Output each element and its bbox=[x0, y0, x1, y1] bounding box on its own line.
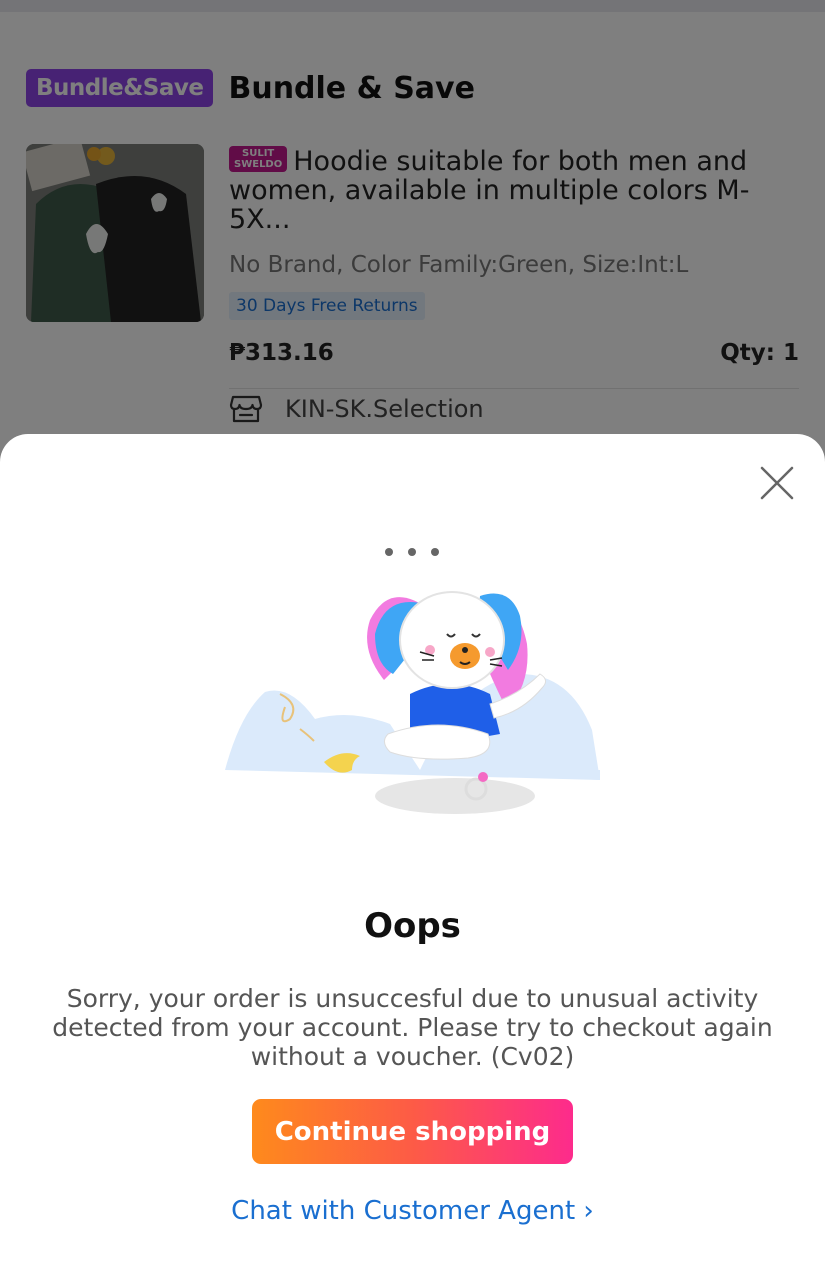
continue-shopping-button[interactable]: Continue shopping bbox=[252, 1099, 573, 1164]
dialog-message: Sorry, your order is unsuccesful due to … bbox=[52, 984, 773, 1071]
chat-customer-agent-link[interactable]: Chat with Customer Agent › bbox=[0, 1196, 825, 1226]
error-bottom-sheet: Oops Sorry, your order is unsuccesful du… bbox=[0, 434, 825, 1280]
close-icon[interactable] bbox=[758, 464, 796, 502]
screen: Bundle&Save Bundle & Save SULITSWELDOHoo… bbox=[0, 0, 825, 1280]
sleeping-mascot-illustration bbox=[225, 548, 600, 814]
dialog-title: Oops bbox=[364, 906, 461, 946]
